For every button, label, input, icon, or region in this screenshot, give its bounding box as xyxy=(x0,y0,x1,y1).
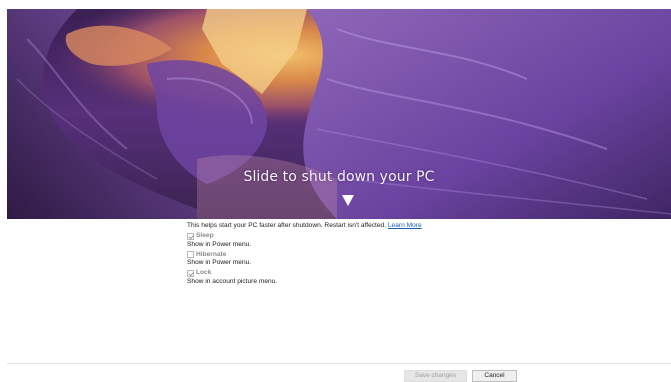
sleep-label: Sleep xyxy=(196,232,214,240)
fast-startup-info: This helps start your PC faster after sh… xyxy=(187,222,607,230)
option-hibernate: Hibernate Show in Power menu. xyxy=(187,250,607,267)
shutdown-settings-panel: This helps start your PC faster after sh… xyxy=(187,222,607,285)
left-strip xyxy=(0,0,7,382)
top-strip xyxy=(0,0,671,9)
sleep-checkbox[interactable] xyxy=(187,232,194,240)
learn-more-link[interactable]: Learn More xyxy=(388,222,422,229)
option-sleep: Sleep Show in Power menu. xyxy=(187,232,607,249)
canyon-background-image xyxy=(7,9,671,219)
save-changes-button[interactable]: Save changes xyxy=(404,370,467,382)
lock-label: Lock xyxy=(196,269,212,277)
slide-to-shutdown-overlay[interactable]: Slide to shut down your PC xyxy=(7,9,671,219)
cancel-button[interactable]: Cancel xyxy=(472,370,517,382)
footer-divider xyxy=(7,363,671,364)
lock-description: Show in account picture menu. xyxy=(187,277,278,285)
hibernate-label: Hibernate xyxy=(196,250,227,258)
hibernate-description: Show in Power menu. xyxy=(187,259,252,267)
lock-checkbox[interactable] xyxy=(187,269,194,277)
sleep-description: Show in Power menu. xyxy=(187,240,252,248)
hibernate-checkbox[interactable] xyxy=(187,251,194,259)
triangle-down-icon[interactable] xyxy=(342,195,354,206)
fast-startup-info-text: This helps start your PC faster after sh… xyxy=(187,222,387,229)
slide-to-shutdown-text: Slide to shut down your PC xyxy=(243,169,435,185)
option-lock: Lock Show in account picture menu. xyxy=(187,269,607,286)
